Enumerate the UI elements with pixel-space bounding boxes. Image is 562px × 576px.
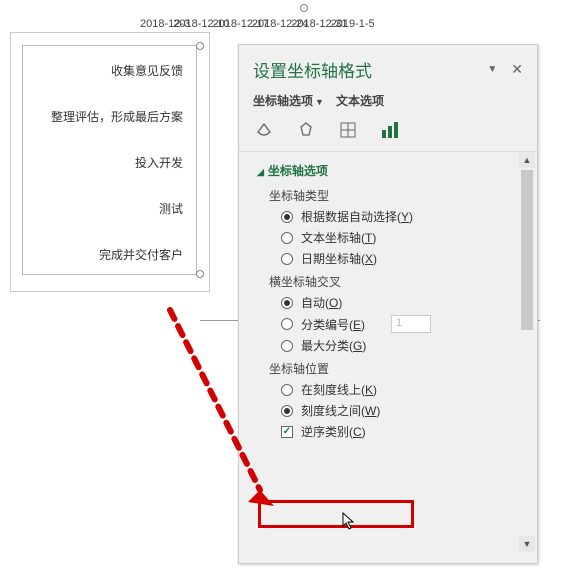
- pos-on-tick[interactable]: 在刻度线上(K): [281, 381, 523, 398]
- scrollbar[interactable]: ▲ ▼: [519, 152, 535, 552]
- radio-icon: [281, 253, 293, 265]
- scroll-thumb[interactable]: [521, 170, 533, 330]
- selection-handle[interactable]: [300, 4, 308, 12]
- category-axis[interactable]: 收集意见反馈 整理评估，形成最后方案 投入开发 测试 完成并交付客户: [0, 48, 195, 278]
- axis-type-label: 坐标轴类型: [269, 187, 523, 204]
- axis-type-auto[interactable]: 根据数据自动选择(Y): [281, 208, 523, 225]
- pane-body: ◢坐标轴选项 坐标轴类型 根据数据自动选择(Y) 文本坐标轴(T) 日期坐标轴(…: [239, 152, 537, 552]
- radio-icon: [281, 384, 293, 396]
- radio-icon: [281, 405, 293, 417]
- fill-icon[interactable]: [253, 119, 275, 141]
- tab-axis-options[interactable]: 坐标轴选项▼: [253, 92, 324, 109]
- axis-cross-label: 横坐标轴交叉: [269, 273, 523, 290]
- cross-category[interactable]: 分类编号(E) 1: [281, 315, 523, 333]
- chart-icon[interactable]: [379, 119, 401, 141]
- axis-type-date[interactable]: 日期坐标轴(X): [281, 250, 523, 267]
- pane-title: 设置坐标轴格式: [253, 57, 372, 82]
- format-axis-pane: 设置坐标轴格式 ▼ ✕ 坐标轴选项▼ 文本选项 ◢坐标轴选项 坐标轴类型 根据数…: [238, 44, 538, 564]
- category-item: 收集意见反馈: [0, 48, 195, 94]
- category-item: 完成并交付客户: [0, 232, 195, 278]
- effects-icon[interactable]: [295, 119, 317, 141]
- cross-category-input[interactable]: 1: [391, 315, 431, 333]
- reverse-order-checkbox[interactable]: 逆序类别(C): [281, 423, 523, 440]
- selection-handle[interactable]: [196, 42, 204, 50]
- cross-auto[interactable]: 自动(O): [281, 294, 523, 311]
- selection-handle[interactable]: [196, 270, 204, 278]
- size-icon[interactable]: [337, 119, 359, 141]
- radio-icon: [281, 340, 293, 352]
- pos-between-tick[interactable]: 刻度线之间(W): [281, 402, 523, 419]
- category-item: 投入开发: [0, 140, 195, 186]
- group-axis-options[interactable]: ◢坐标轴选项: [257, 162, 523, 179]
- checkbox-icon: [281, 426, 293, 438]
- pane-header: 设置坐标轴格式 ▼ ✕: [239, 45, 537, 88]
- tab-text-options[interactable]: 文本选项: [336, 92, 384, 109]
- radio-icon: [281, 297, 293, 309]
- pane-menu-icon[interactable]: ▼: [487, 64, 497, 75]
- radio-icon: [281, 232, 293, 244]
- radio-icon: [281, 318, 293, 330]
- axis-position-label: 坐标轴位置: [269, 360, 523, 377]
- cross-max[interactable]: 最大分类(G): [281, 337, 523, 354]
- category-item: 测试: [0, 186, 195, 232]
- scroll-up-icon[interactable]: ▲: [519, 152, 535, 168]
- category-item: 整理评估，形成最后方案: [0, 94, 195, 140]
- pane-tabs: 坐标轴选项▼ 文本选项: [239, 88, 537, 117]
- icon-tabs: [239, 117, 537, 152]
- date-axis: 2018-12-3 2018-12-10 2018-12-17 2018-12-…: [140, 18, 540, 30]
- radio-icon: [281, 211, 293, 223]
- scroll-down-icon[interactable]: ▼: [519, 536, 535, 552]
- axis-type-text[interactable]: 文本坐标轴(T): [281, 229, 523, 246]
- close-icon[interactable]: ✕: [511, 61, 523, 78]
